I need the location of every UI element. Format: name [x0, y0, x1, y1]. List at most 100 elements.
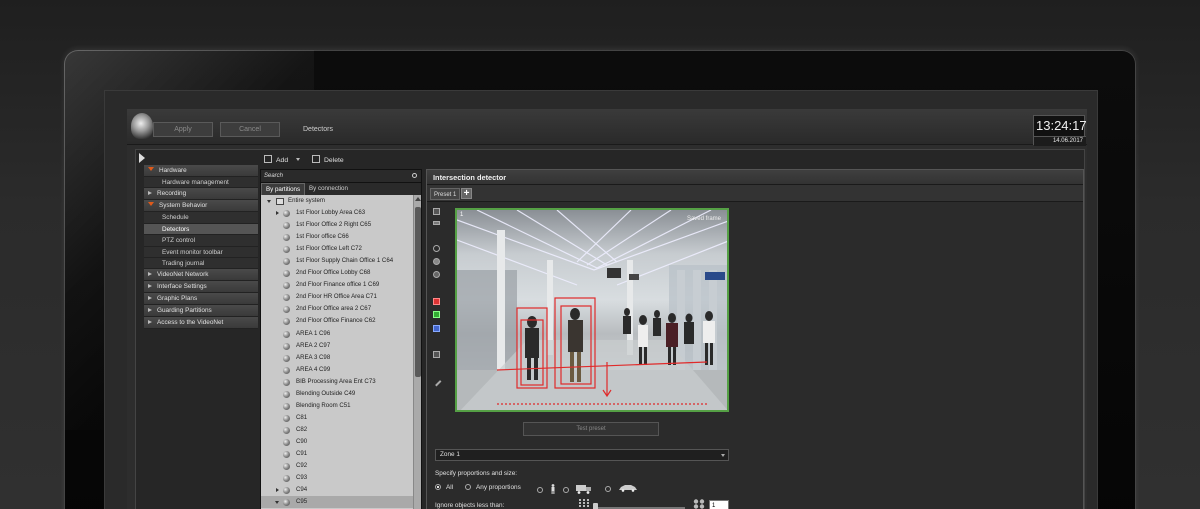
select-tool-icon[interactable] — [433, 208, 440, 215]
radio-icon[interactable] — [605, 486, 611, 492]
tree-item[interactable]: 1st Floor Office Left C72 — [261, 243, 421, 255]
preset-bar: Preset 1 + — [427, 185, 1083, 202]
collapse-panel-icon[interactable] — [139, 153, 145, 163]
sidebar-item-schedule[interactable]: Schedule — [144, 212, 258, 224]
line-tool-icon[interactable] — [433, 221, 440, 226]
camera-icon — [283, 414, 290, 422]
scroll-up-icon[interactable] — [415, 197, 421, 201]
sidebar-item-label: System Behavior — [159, 202, 208, 210]
tree-item[interactable]: C91 — [261, 448, 421, 460]
tree-item[interactable]: 1st Floor Supply Chain Office 1 C64 — [261, 255, 421, 267]
radio-all[interactable]: All — [435, 484, 453, 491]
tree-item[interactable]: 2nd Floor Office Lobby C68 — [261, 267, 421, 279]
pen-tool-icon[interactable] — [431, 376, 442, 387]
chevron-right-icon[interactable] — [276, 211, 279, 216]
add-preset-button[interactable]: + — [461, 188, 472, 199]
zone-select[interactable]: Zone 1 — [435, 449, 729, 461]
radio-icon[interactable] — [465, 484, 471, 490]
radio-icon[interactable] — [537, 487, 543, 493]
size-slider-handle[interactable] — [593, 503, 598, 509]
sidebar-item-recording[interactable]: Recording — [144, 188, 258, 201]
tree-root[interactable]: Entire system — [261, 195, 421, 207]
tree-item[interactable]: C81 — [261, 412, 421, 424]
tree-item[interactable]: C90 — [261, 436, 421, 448]
radio-any-proportions[interactable]: Any proportions — [465, 484, 521, 491]
blue-zone-icon[interactable] — [433, 324, 440, 332]
zone-value: Zone 1 — [440, 451, 460, 458]
tree-item[interactable]: C94 — [261, 484, 421, 496]
add-icon — [264, 155, 272, 163]
tree-item[interactable]: 1st Floor office C66 — [261, 231, 421, 243]
test-preset-button[interactable]: Test preset — [523, 422, 659, 436]
tree-item[interactable]: Blending Room C51 — [261, 400, 421, 412]
sidebar-item-videonet-network[interactable]: VideoNet Network — [144, 269, 258, 282]
sidebar-item-access-to-the-videonet[interactable]: Access to the VideoNet — [144, 317, 258, 330]
red-zone-icon[interactable] — [433, 298, 440, 306]
tab-by-connection[interactable]: By connection — [305, 183, 352, 195]
tree-item[interactable]: 2nd Floor Finance office 1 C69 — [261, 279, 421, 291]
apply-button[interactable]: Apply — [153, 122, 213, 137]
radio-truck[interactable] — [563, 484, 592, 494]
tree-item[interactable]: Blending Outside C49 — [261, 388, 421, 400]
sidebar-item-hardware[interactable]: Hardware — [144, 165, 258, 177]
camera-icon — [283, 258, 290, 266]
sidebar-item-trading-journal[interactable]: Trading journal — [144, 257, 258, 270]
sidebar-item-hardware-management[interactable]: Hardware management — [144, 177, 258, 189]
radio-person[interactable] — [537, 484, 556, 494]
tree-scrollbar[interactable] — [413, 195, 421, 509]
camera-icon — [283, 390, 290, 398]
tab-preset-1[interactable]: Preset 1 — [430, 188, 461, 200]
tree-item[interactable]: 2nd Floor HR Office Area C71 — [261, 291, 421, 303]
mask-tool-icon[interactable] — [433, 351, 440, 359]
sidebar-item-guarding-partitions[interactable]: Guarding Partitions — [144, 305, 258, 318]
scroll-thumb[interactable] — [415, 207, 421, 377]
reset-icon[interactable] — [433, 271, 440, 279]
tree-item[interactable]: C92 — [261, 460, 421, 472]
camera-icon — [283, 306, 290, 314]
ignore-size-input[interactable]: 1 — [709, 500, 729, 509]
tree-item[interactable]: C82 — [261, 424, 421, 436]
tree-item[interactable]: 1st Floor Lobby Area C63 — [261, 207, 421, 219]
tree-item[interactable]: 2nd Floor Office area 2 C67 — [261, 303, 421, 315]
radio-car[interactable] — [605, 484, 638, 493]
tree-item[interactable]: 2nd Floor Office Finance C62 — [261, 315, 421, 327]
add-button[interactable]: Add — [264, 155, 300, 164]
camera-icon — [283, 222, 290, 230]
sidebar-item-graphic-plans[interactable]: Graphic Plans — [144, 293, 258, 306]
tree-item[interactable]: BIB Processing Area Ent C73 — [261, 376, 421, 388]
camera-preview[interactable]: 1 Saved frame — [455, 208, 729, 412]
camera-icon — [283, 270, 290, 278]
page-title: Detectors — [303, 126, 333, 133]
tab-by-partitions[interactable]: By partitions — [261, 183, 306, 195]
radio-icon[interactable] — [563, 487, 569, 493]
tree-item-label: C91 — [296, 449, 308, 457]
cancel-button[interactable]: Cancel — [220, 122, 280, 137]
tree-item-label: C93 — [296, 474, 308, 482]
tree-item[interactable]: AREA 2 C97 — [261, 340, 421, 352]
green-zone-icon[interactable] — [433, 311, 440, 319]
sidebar-item-system-behavior[interactable]: System Behavior — [144, 200, 258, 213]
tree-item[interactable]: AREA 4 C99 — [261, 364, 421, 376]
camera-icon — [283, 246, 290, 254]
sidebar-item-event-monitor-toolbar[interactable]: Event monitor toolbar — [144, 246, 258, 258]
tree-item[interactable]: C93 — [261, 472, 421, 484]
sidebar-item-detectors[interactable]: Detectors — [144, 223, 258, 236]
expand-icon[interactable] — [267, 200, 271, 203]
tree-item-label: 1st Floor Office Left C72 — [296, 245, 362, 253]
monitor-screen: Apply Cancel Detectors 13:24:17 14.06.20… — [104, 90, 1098, 509]
sidebar-item-interface-settings[interactable]: Interface Settings — [144, 281, 258, 294]
chevron-down-icon[interactable] — [275, 501, 279, 505]
tree-item[interactable]: C95 — [261, 496, 421, 509]
chevron-down-icon[interactable] — [295, 158, 300, 161]
rotate-right-icon[interactable] — [433, 258, 440, 266]
tree-item[interactable]: 1st Floor Office 2 Right C65 — [261, 219, 421, 231]
radio-icon[interactable] — [435, 484, 441, 490]
search-input[interactable]: Search — [261, 170, 421, 182]
chevron-right-icon[interactable] — [276, 488, 279, 493]
delete-button[interactable]: Delete — [312, 155, 344, 164]
tree-item[interactable]: AREA 1 C96 — [261, 328, 421, 340]
rotate-left-icon[interactable] — [433, 244, 440, 252]
tree-item[interactable]: AREA 3 C98 — [261, 352, 421, 364]
search-icon[interactable] — [412, 173, 417, 178]
sidebar-item-ptz-control[interactable]: PTZ control — [144, 235, 258, 247]
